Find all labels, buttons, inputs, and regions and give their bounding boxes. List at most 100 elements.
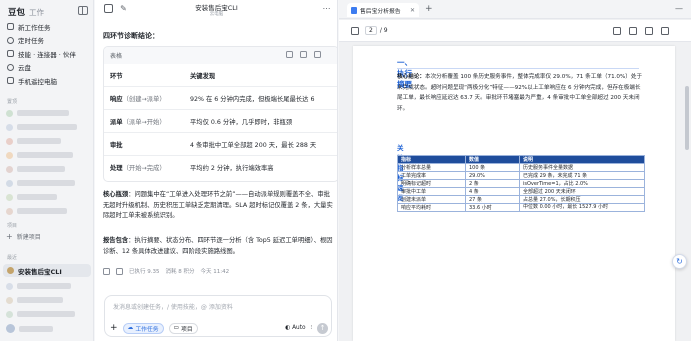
history-item-icon (6, 151, 13, 159)
new-project-button[interactable]: + 新建项目 (6, 232, 41, 241)
table-cell: 响应（创建→派单） (104, 94, 188, 103)
minimize-icon[interactable]: — (675, 4, 683, 13)
history-item-icon (6, 165, 13, 173)
viewer-tabbar: 售后宝分析报告 ✕ + — (339, 0, 691, 19)
heading-divider (397, 68, 639, 69)
sidebar: 豆包 工作 新工作任务 定时任务 技能 · 连接器 · 伙伴 云盘 手机遥控电脑… (0, 0, 94, 341)
history-item-icon (6, 296, 13, 304)
table-card: 表格 环节 关键发现 响应（创建→派单） 92% 在 6 分钟内完成，但极端长尾… (103, 46, 337, 182)
new-task-icon (7, 23, 14, 31)
sidebar-item-cloud-drive[interactable]: 云盘 (6, 61, 90, 75)
section-label-pinned: 置顶 (7, 99, 18, 105)
sidebar-item-selected-task[interactable]: 安装售后宝CLI (3, 264, 91, 277)
history-item[interactable] (6, 281, 86, 291)
table-row: 审批中工单 4 条 全部超过 200 天未闭环 (397, 187, 645, 196)
history-item[interactable] (6, 122, 86, 132)
composer[interactable]: 发消息或创建任务，/ 使用技能，@ 添加资料 + ☁ 工作任务 ▭ 项目 ◐ A… (104, 295, 332, 337)
sidebar-panel-icon[interactable] (351, 27, 359, 35)
history-item[interactable] (6, 192, 86, 202)
fullscreen-icon[interactable] (661, 27, 669, 35)
add-tab-icon[interactable]: + (425, 4, 433, 14)
history-item[interactable] (6, 164, 86, 174)
history-item[interactable] (6, 206, 86, 216)
scrollbar-thumb[interactable] (685, 86, 689, 150)
table-cell: 分析样本总量 (397, 163, 466, 172)
table-cell: 创建未派单 (397, 195, 466, 204)
voice-icon[interactable]: ⫶ (311, 325, 312, 332)
table-row: 响应（创建→派单） 92% 在 6 分钟内完成，但极端长尾最长达 6 (104, 87, 337, 110)
tab-document[interactable]: 售后宝分析报告 ✕ (347, 3, 419, 17)
plus-icon: + (6, 232, 13, 241)
mode-chip[interactable]: ☁ 工作任务 (122, 322, 164, 334)
share-icon[interactable] (116, 267, 123, 275)
table-row: 创建未派单 27 条 占总量 27.0%，长期积压 (397, 195, 645, 204)
sidebar-item-label: 手机遥控电脑 (18, 77, 57, 86)
assistant-float-button[interactable]: ↻ (672, 254, 687, 269)
history-item[interactable] (6, 150, 86, 160)
project-chip[interactable]: ▭ 项目 (168, 322, 198, 334)
sidebar-item-scheduled[interactable]: 定时任务 (6, 34, 90, 48)
history-item[interactable] (6, 108, 86, 118)
duration-text: 已执行 9.35 (129, 269, 160, 275)
copy-link-icon[interactable] (629, 27, 637, 35)
sidebar-item-new-task[interactable]: 新工作任务 (6, 20, 90, 34)
credits-text: 消耗 8 积分 (165, 269, 195, 275)
core-issue-label: 核心瓶颈 (103, 191, 129, 198)
table-cell: 全部超过 200 天未闭环 (519, 187, 645, 196)
table-row: 工单完成率 29.0% 已完成 29 条，未完成 71 条 (397, 171, 645, 180)
page-total: / 9 (379, 27, 388, 34)
table-cell: 占总量 27.0%，长期积压 (519, 195, 645, 204)
section-heading: 四环节诊断结论： (103, 32, 159, 40)
more-icon[interactable]: ⋯ (322, 4, 331, 13)
history-item-icon (6, 109, 13, 117)
summary-label: 核心结论： (397, 74, 425, 80)
table-row: 处理（开始→完成） 平均约 2 分钟，执行端效率高 (104, 156, 337, 179)
download-icon[interactable] (300, 51, 307, 58)
report-label: 报告包含 (103, 237, 129, 244)
stage-detail: （开始→完成） (122, 165, 166, 172)
sidebar-item-label: 安装售后宝CLI (18, 267, 62, 276)
send-button[interactable]: ↑ (317, 322, 328, 334)
model-selector[interactable]: ◐ Auto (285, 325, 305, 331)
history-item[interactable] (6, 178, 86, 188)
cloud-drive-icon (7, 63, 14, 71)
chat-panel: ✎ 安装售后宝CLI 云电脑 ⋯ 四环节诊断结论： 表格 环节 关键发现 响应（… (95, 0, 338, 341)
copy-message-icon[interactable] (103, 267, 110, 275)
column-header: 数值 (465, 155, 520, 164)
clock-icon (7, 36, 14, 44)
page-number-input[interactable]: 2 (365, 26, 377, 35)
project-chip-label: 项目 (181, 326, 193, 333)
message-input[interactable]: 发消息或创建任务，/ 使用技能，@ 添加资料 (113, 302, 233, 311)
table-cell: 4 条 (465, 187, 520, 196)
doc-summary-paragraph: 核心结论：本次分析覆盖 100 条历史服务事件，整体完成率仅 29.0%，71 … (397, 72, 645, 114)
user-profile[interactable] (6, 324, 86, 333)
table-cell: 平均仅 0.6 分钟，几乎即时，非瓶颈 (190, 118, 293, 126)
sidebar-item-skills[interactable]: 技能 · 连接器 · 伙伴 (6, 47, 90, 61)
table-row: 分析样本总量 100 条 历史服务事件全量数据 (397, 163, 645, 172)
history-item-redacted (17, 152, 73, 158)
table-cell: 响应平均耗时 (397, 203, 466, 212)
skills-icon (7, 50, 14, 58)
core-issue-paragraph: 核心瓶颈：问题集中在“工单进入处理环节之前”——自动派单规则覆盖不全、审批无超时… (103, 190, 335, 222)
close-icon[interactable]: ✕ (410, 7, 415, 14)
vertical-scrollbar[interactable] (685, 46, 689, 341)
sidebar-toggle-icon[interactable] (78, 6, 88, 15)
history-item-icon (6, 137, 13, 145)
brand[interactable]: 豆包 工作 (8, 6, 44, 18)
history-item[interactable] (6, 295, 86, 305)
copy-icon[interactable] (286, 51, 293, 58)
stage-detail: （派单→开始） (122, 118, 166, 126)
history-item[interactable] (6, 136, 86, 146)
stage-name: 派单 (110, 118, 123, 126)
assistant-icon: ↻ (676, 257, 683, 266)
sidebar-item-phone-remote[interactable]: 手机遥控电脑 (6, 74, 90, 88)
history-item[interactable] (6, 309, 86, 319)
table-row: 派单（派单→开始） 平均仅 0.6 分钟，几乎即时，非瓶颈 (104, 110, 337, 133)
summary-text: 本次分析覆盖 100 条历史服务事件，整体完成率仅 29.0%，71 条工单（7… (397, 74, 643, 112)
fit-page-icon[interactable] (613, 27, 621, 35)
table-cell: 明确标记超时 (397, 179, 466, 188)
expand-icon[interactable] (314, 51, 321, 58)
table-cell: 审批中工单 (397, 187, 466, 196)
download-file-icon[interactable] (645, 27, 653, 35)
add-attachment-icon[interactable]: + (110, 323, 118, 333)
